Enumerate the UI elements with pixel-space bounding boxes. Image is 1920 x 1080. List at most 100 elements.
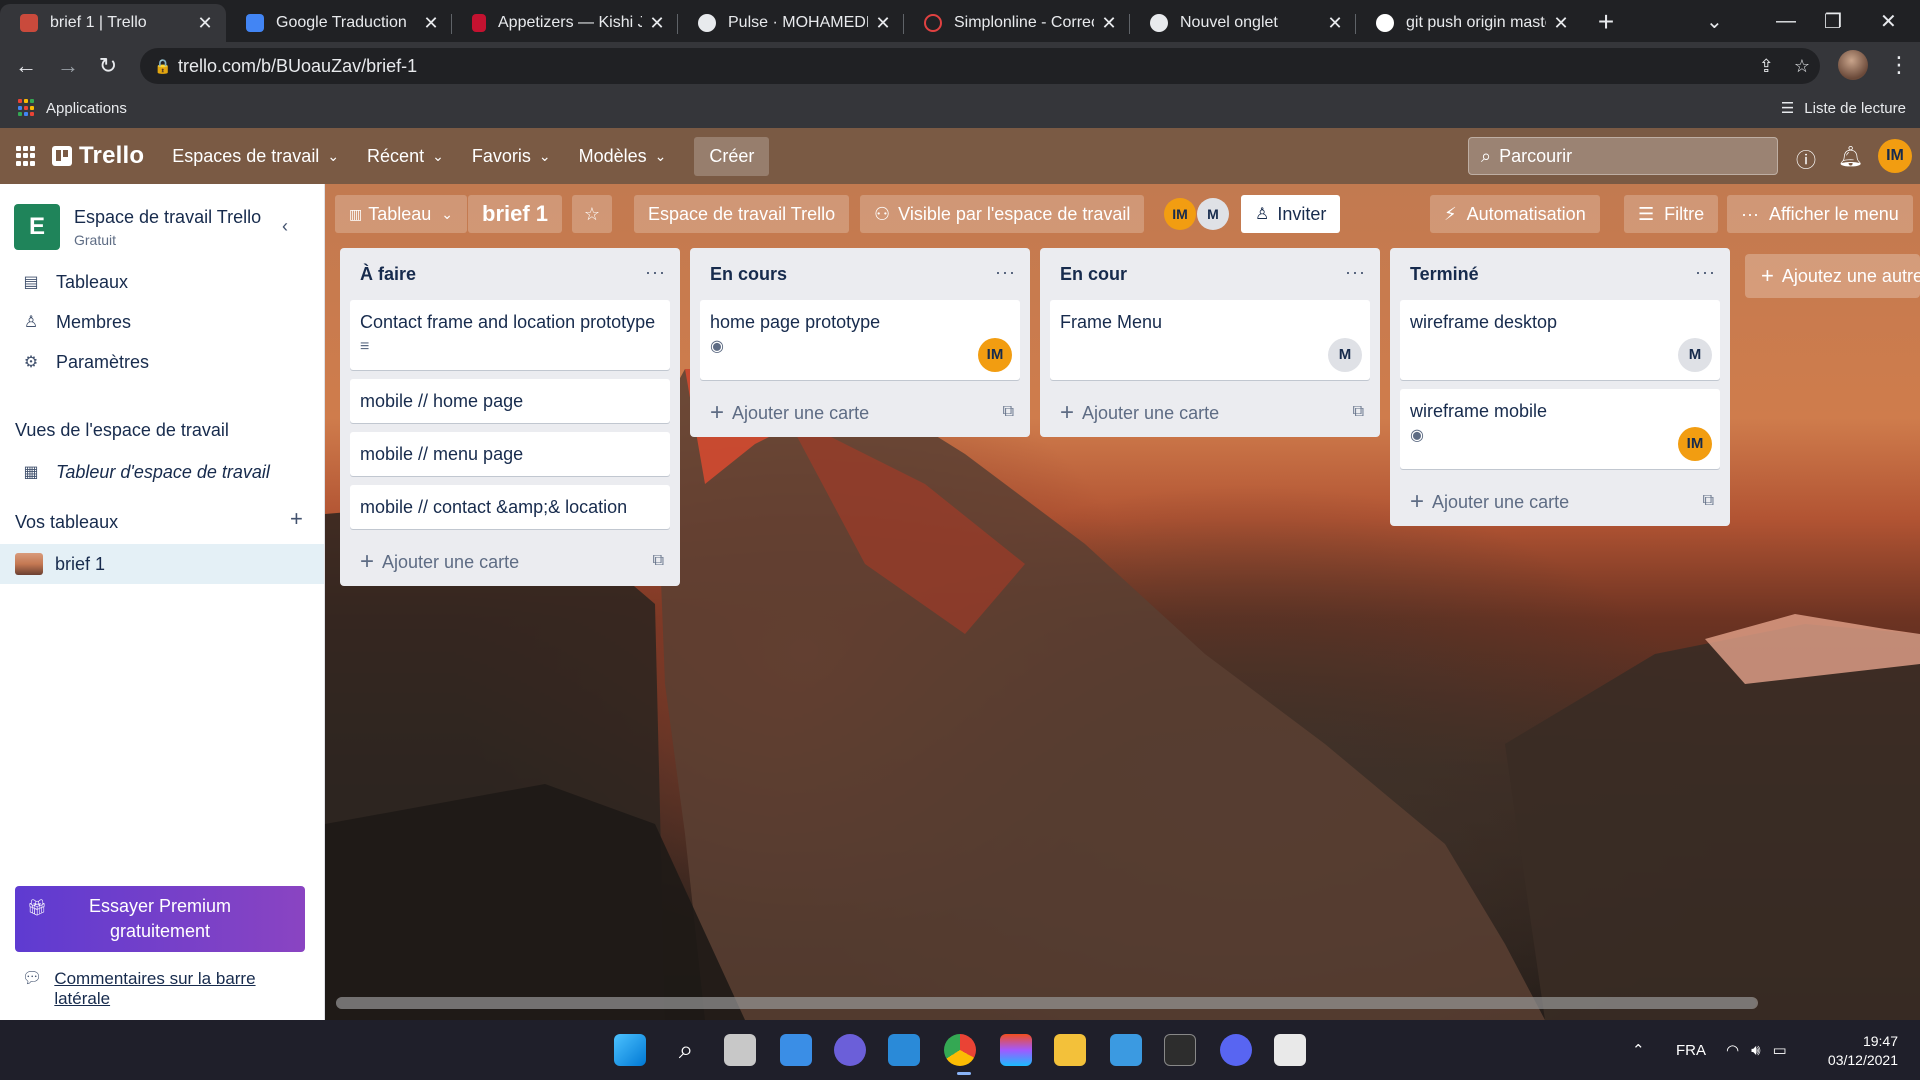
close-tab-icon[interactable]: ✕ xyxy=(874,13,892,34)
share-icon[interactable]: ⇪ xyxy=(1759,48,1774,84)
try-premium-button[interactable]: 🎁︎ Essayer Premium gratuitement xyxy=(15,886,305,952)
trello-logo[interactable]: Trello xyxy=(52,142,144,170)
maximize-icon[interactable]: ❐ xyxy=(1824,0,1842,42)
close-tab-icon[interactable]: ✕ xyxy=(1326,13,1344,34)
list-menu-icon[interactable]: ··· xyxy=(1695,262,1716,283)
snipping-tool-icon[interactable] xyxy=(1274,1034,1306,1066)
app-switcher-icon[interactable] xyxy=(16,146,36,166)
show-menu-button[interactable]: ··· Afficher le menu xyxy=(1727,195,1913,233)
show-hidden-icons-icon[interactable]: ⌃ xyxy=(1632,1020,1645,1080)
menu-recent[interactable]: Récent ⌄ xyxy=(367,146,444,167)
card-template-icon[interactable]: ⧉ xyxy=(1703,492,1714,510)
card[interactable]: mobile // menu page xyxy=(350,432,670,476)
search-icon[interactable]: ⌕ xyxy=(670,1034,702,1066)
tab-simplonline[interactable]: Simplonline - Correcti ✕ xyxy=(904,4,1130,42)
filter-button[interactable]: ☰ Filtre xyxy=(1624,195,1719,233)
vscode-icon[interactable] xyxy=(888,1034,920,1066)
notepad-icon[interactable] xyxy=(1110,1034,1142,1066)
close-tab-icon[interactable]: ✕ xyxy=(1552,13,1570,34)
tab-search-icon[interactable]: ⌄ xyxy=(1706,0,1723,42)
tab-trello[interactable]: brief 1 | Trello ✕ xyxy=(0,4,226,42)
list-menu-icon[interactable]: ··· xyxy=(645,262,666,283)
new-tab-button[interactable]: + xyxy=(1586,4,1626,42)
scrollbar-thumb[interactable] xyxy=(336,997,1756,1009)
list-title[interactable]: Terminé xyxy=(1390,248,1730,300)
language-indicator[interactable]: FRA xyxy=(1676,1020,1706,1080)
reload-icon[interactable]: ↻ xyxy=(96,54,120,78)
teams-chat-icon[interactable] xyxy=(834,1034,866,1066)
close-tab-icon[interactable]: ✕ xyxy=(1100,13,1118,34)
tab-google-search[interactable]: git push origin maste ✕ xyxy=(1356,4,1582,42)
create-button[interactable]: Créer xyxy=(694,136,770,176)
workspace-header[interactable]: E Espace de travail Trello Gratuit xyxy=(14,204,261,250)
horizontal-scrollbar[interactable] xyxy=(336,997,1758,1009)
card[interactable]: home page prototype ◉ IM xyxy=(700,300,1020,380)
sidebar-item-members[interactable]: ♙ Membres xyxy=(0,302,324,342)
add-card-button[interactable]: + Ajouter une carte ⧉ xyxy=(340,538,680,586)
list-menu-icon[interactable]: ··· xyxy=(1345,262,1366,283)
system-tray[interactable]: ◠ 🔊︎ ▭ xyxy=(1726,1020,1787,1080)
card[interactable]: mobile // contact &amp;& location xyxy=(350,485,670,529)
list-title[interactable]: À faire xyxy=(340,248,680,300)
tab-github-pulse[interactable]: Pulse · MOHAMEDIBN ✕ xyxy=(678,4,904,42)
address-bar[interactable]: 🔒 trello.com/b/BUoauZav/brief-1 ⇪ ☆ xyxy=(140,48,1820,84)
clock[interactable]: 19:47 03/12/2021 xyxy=(1828,1032,1898,1070)
close-window-icon[interactable]: ✕ xyxy=(1880,0,1897,42)
bookmark-star-icon[interactable]: ☆ xyxy=(1794,48,1810,84)
file-explorer-icon[interactable] xyxy=(1054,1034,1086,1066)
figma-icon[interactable] xyxy=(1000,1034,1032,1066)
card-member-avatar[interactable]: M xyxy=(1678,338,1712,372)
card-member-avatar[interactable]: IM xyxy=(978,338,1012,372)
member-avatar-im[interactable]: IM xyxy=(1164,198,1196,230)
collapse-sidebar-icon[interactable]: ‹ xyxy=(282,216,288,237)
card[interactable]: Contact frame and location prototype ≡ xyxy=(350,300,670,370)
star-board-icon[interactable]: ☆ xyxy=(572,195,612,233)
add-card-button[interactable]: + Ajouter une carte ⧉ xyxy=(690,389,1030,437)
workspace-button[interactable]: Espace de travail Trello xyxy=(634,195,850,233)
card[interactable]: mobile // home page xyxy=(350,379,670,423)
view-switcher-button[interactable]: ▥ Tableau ⌄ xyxy=(335,195,468,233)
browser-menu-icon[interactable]: ⋮ xyxy=(1888,52,1910,78)
info-icon[interactable]: ⓘ xyxy=(1794,144,1818,172)
discord-icon[interactable] xyxy=(1220,1034,1252,1066)
windows-start-icon[interactable] xyxy=(614,1034,646,1066)
sidebar-item-settings[interactable]: ⚙ Paramètres xyxy=(0,342,324,382)
task-view-icon[interactable] xyxy=(724,1034,756,1066)
chrome-icon[interactable] xyxy=(944,1034,976,1066)
card-template-icon[interactable]: ⧉ xyxy=(1353,403,1364,421)
add-list-button[interactable]: + Ajoutez une autre xyxy=(1745,254,1920,298)
menu-templates[interactable]: Modèles ⌄ xyxy=(579,146,667,167)
notification-bell-icon[interactable]: 🔔︎ xyxy=(1838,144,1863,168)
feedback-link[interactable]: Commentaires sur la barre latérale xyxy=(54,969,284,1009)
list-menu-icon[interactable]: ··· xyxy=(995,262,1016,283)
add-card-button[interactable]: + Ajouter une carte ⧉ xyxy=(1040,389,1380,437)
tab-google-translate[interactable]: Google Traduction ✕ xyxy=(226,4,452,42)
card[interactable]: wireframe mobile ◉ IM xyxy=(1400,389,1720,469)
widgets-icon[interactable] xyxy=(780,1034,812,1066)
card[interactable]: Frame Menu M xyxy=(1050,300,1370,380)
forward-icon[interactable]: → xyxy=(56,54,80,78)
sidebar-item-board-brief1[interactable]: brief 1 xyxy=(0,544,324,584)
automation-button[interactable]: ⚡︎ Automatisation xyxy=(1430,195,1600,233)
tab-appetizers[interactable]: Appetizers — Kishi Ja ✕ xyxy=(452,4,678,42)
card[interactable]: wireframe desktop M xyxy=(1400,300,1720,380)
menu-workspaces[interactable]: Espaces de travail ⌄ xyxy=(172,146,339,167)
member-avatar-m[interactable]: M xyxy=(1197,198,1229,230)
visibility-button[interactable]: ⚇ Visible par l'espace de travail xyxy=(860,195,1145,233)
card-member-avatar[interactable]: M xyxy=(1328,338,1362,372)
close-tab-icon[interactable]: ✕ xyxy=(196,13,214,34)
profile-avatar[interactable] xyxy=(1838,50,1868,80)
user-avatar[interactable]: IM xyxy=(1878,139,1912,173)
sidebar-feedback[interactable]: 💬︎ Commentaires sur la barre latérale xyxy=(22,969,284,1009)
minimize-icon[interactable]: — xyxy=(1776,0,1796,42)
list-title[interactable]: En cour xyxy=(1040,248,1380,300)
card-template-icon[interactable]: ⧉ xyxy=(1003,403,1014,421)
close-tab-icon[interactable]: ✕ xyxy=(648,13,666,34)
tab-new-tab[interactable]: Nouvel onglet ✕ xyxy=(1130,4,1356,42)
list-title[interactable]: En cours xyxy=(690,248,1030,300)
invite-button[interactable]: ♙ Inviter xyxy=(1241,195,1341,233)
add-board-icon[interactable]: + xyxy=(290,506,303,532)
sidebar-item-table-view[interactable]: ▦ Tableur d'espace de travail xyxy=(0,452,324,492)
card-template-icon[interactable]: ⧉ xyxy=(653,552,664,570)
search-input[interactable]: ⌕ Parcourir xyxy=(1468,137,1778,175)
